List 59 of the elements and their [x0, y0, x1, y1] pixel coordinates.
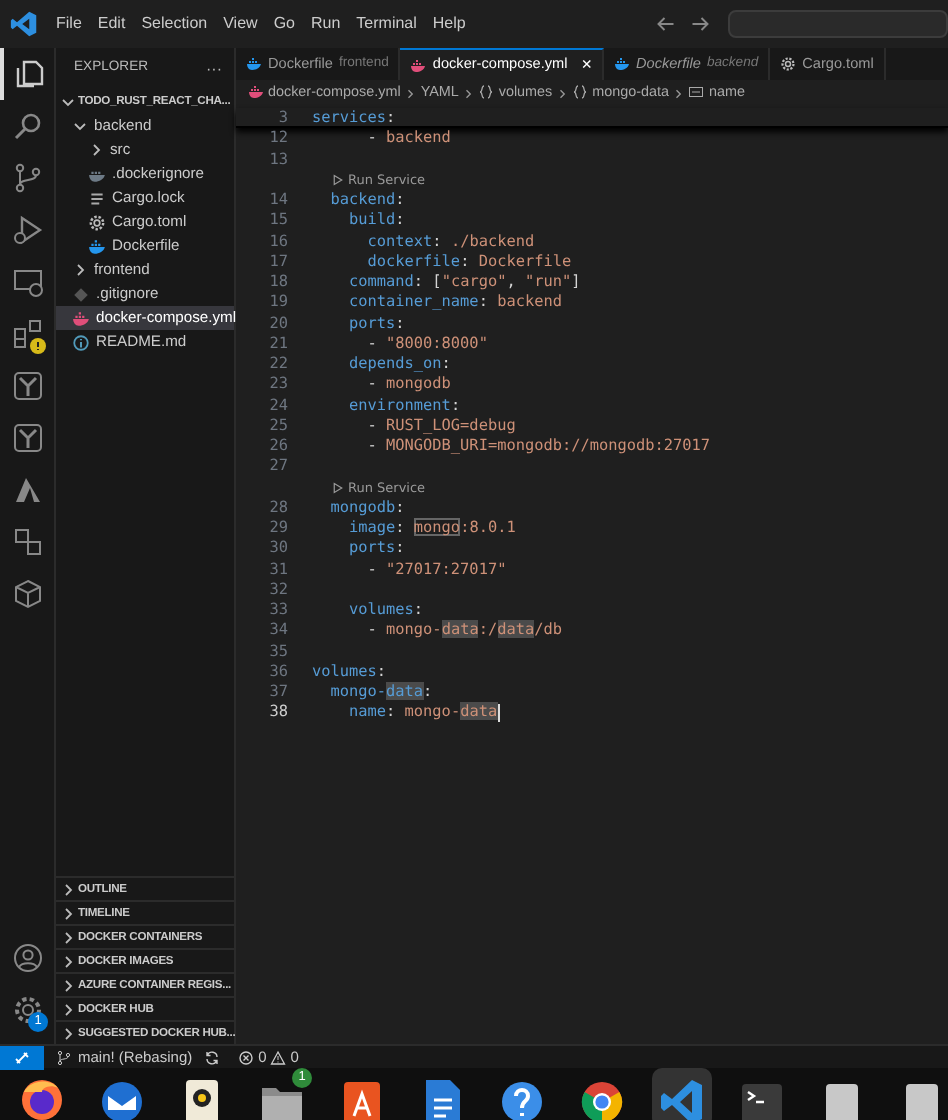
menu-item[interactable]: Help	[424, 0, 474, 48]
gear-icon	[88, 213, 106, 231]
remote-button[interactable]	[0, 1045, 44, 1069]
error-icon	[238, 1049, 255, 1065]
menu-item[interactable]: Edit	[89, 0, 134, 48]
help-icon[interactable]	[498, 1076, 546, 1120]
chevron-icon	[462, 87, 475, 99]
files-icon[interactable]	[14, 58, 46, 90]
menu-item[interactable]: Terminal	[348, 0, 425, 48]
chevron-icon	[404, 87, 417, 99]
account-icon[interactable]	[12, 942, 44, 974]
field-icon	[688, 84, 705, 101]
search-icon[interactable]	[12, 110, 44, 142]
close-tab-button[interactable]: ×	[581, 51, 592, 79]
whale-icon	[248, 84, 264, 101]
menu-item[interactable]: Run	[302, 0, 349, 48]
play-icon	[332, 481, 344, 494]
code-editor-icon[interactable]	[658, 1076, 706, 1120]
code-editor-logo-icon	[10, 10, 38, 38]
branch-icon	[56, 1049, 72, 1065]
tree-box-icon[interactable]	[12, 422, 44, 454]
extensions-icon[interactable]	[12, 318, 44, 350]
triangle-logo-icon[interactable]	[12, 474, 44, 506]
play-icon	[332, 173, 344, 186]
bag-icon[interactable]	[338, 1076, 386, 1120]
browser-icon[interactable]	[18, 1076, 66, 1120]
lines-icon	[88, 189, 106, 207]
search-field[interactable]	[728, 10, 948, 38]
info-icon	[72, 333, 90, 351]
whale-icon	[410, 57, 427, 73]
settings-icon[interactable]	[12, 994, 44, 1026]
cube-icon[interactable]	[12, 578, 44, 610]
remote-icon	[14, 1049, 30, 1065]
more-actions-button[interactable]: ···	[206, 57, 222, 81]
remote-monitor-icon[interactable]	[12, 266, 44, 298]
browser-icon[interactable]	[578, 1076, 626, 1120]
gear-icon	[780, 56, 797, 72]
whale-icon	[88, 237, 106, 255]
menu-item[interactable]: Go	[265, 0, 303, 48]
squares-icon[interactable]	[12, 526, 44, 558]
chevron-icon	[556, 87, 569, 99]
mail-bird-icon[interactable]	[98, 1076, 146, 1120]
run-debug-icon[interactable]	[12, 214, 44, 246]
menu-item[interactable]: Selection	[133, 0, 216, 48]
chevron-icon	[72, 262, 88, 278]
braces-icon	[478, 84, 495, 101]
warning-icon	[270, 1049, 287, 1065]
braces-icon	[572, 84, 589, 101]
whale-icon	[72, 309, 90, 327]
whale-icon	[614, 56, 630, 72]
menu-item[interactable]: View	[215, 0, 266, 48]
back-arrow-icon[interactable]	[654, 12, 678, 36]
chevron-icon	[672, 87, 685, 99]
tree-box-icon[interactable]	[12, 370, 44, 402]
forward-arrow-icon[interactable]	[688, 12, 712, 36]
sync-icon[interactable]	[204, 1049, 221, 1065]
source-control-icon[interactable]	[12, 162, 44, 194]
menu-item[interactable]: File	[48, 0, 90, 48]
whale-icon	[246, 56, 262, 72]
